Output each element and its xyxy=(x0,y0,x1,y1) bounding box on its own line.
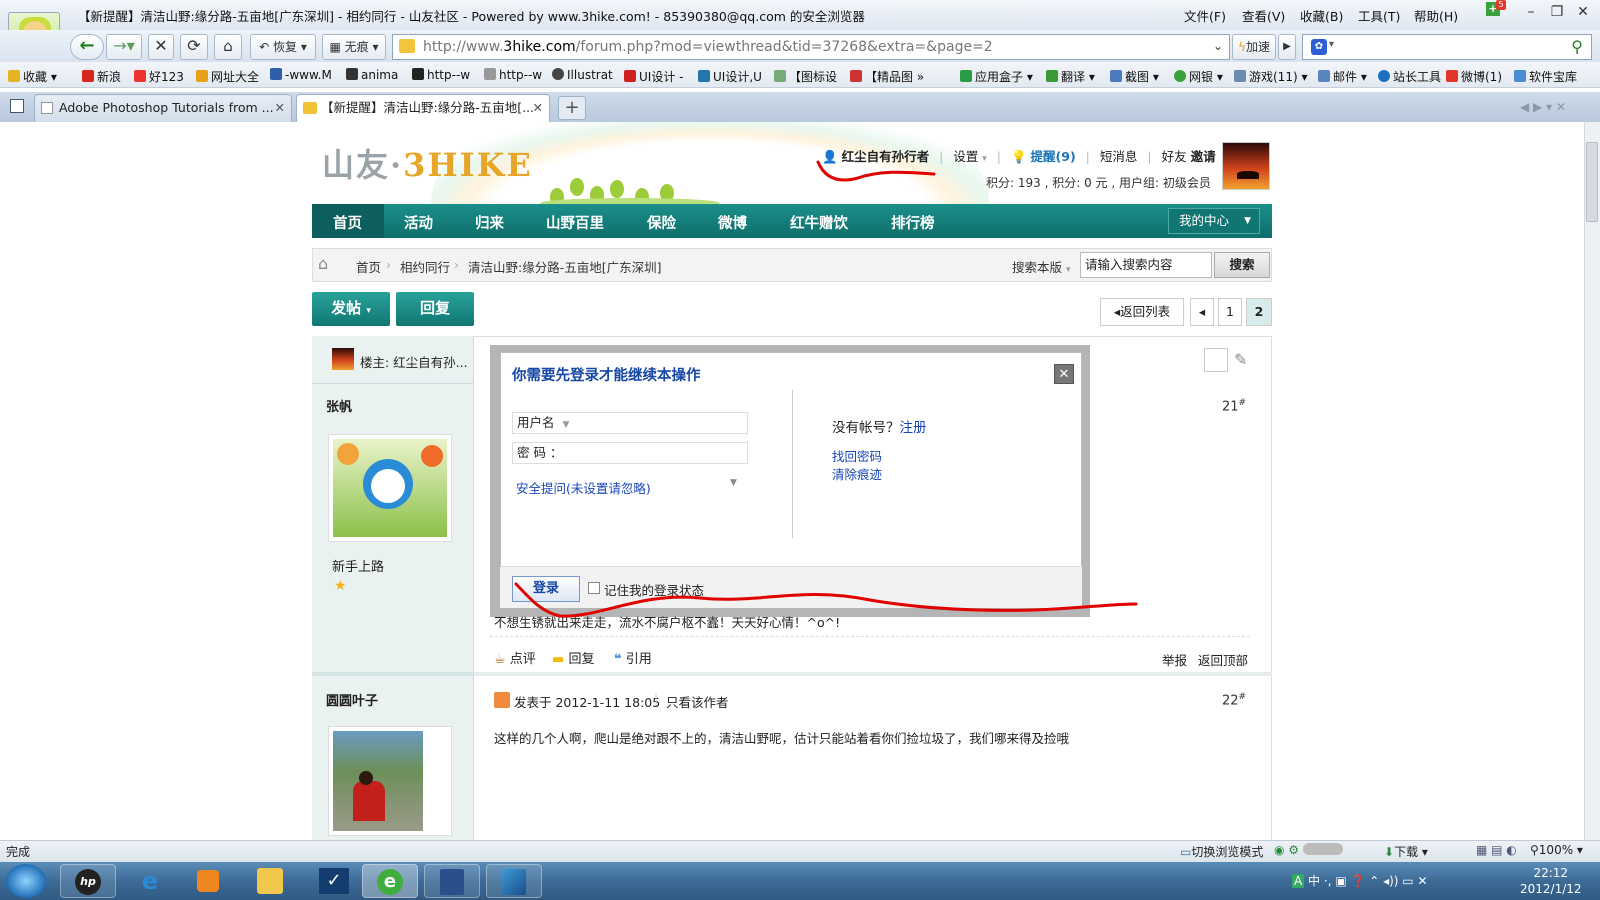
annotation-underline-login xyxy=(514,582,1138,618)
annotation-overlay xyxy=(514,160,1138,618)
taskbar-ie[interactable]: e xyxy=(122,864,178,898)
window-icon: ▭ xyxy=(1180,845,1192,859)
annotation-underline-username xyxy=(816,160,936,182)
status-text: 完成 xyxy=(6,845,31,859)
taskbar-save-app[interactable] xyxy=(424,864,480,898)
status-icons[interactable]: ◉ ⚙ xyxy=(1274,843,1343,857)
clock[interactable]: 22:12 2012/1/12 xyxy=(1520,865,1582,897)
browse-mode-toggle[interactable]: ▭切换浏览模式 xyxy=(1180,843,1263,860)
system-tray[interactable]: A 中 ·, ▣ ❓ ⌃ ◂)) ▭ ✕ xyxy=(1292,872,1428,889)
clock-time: 22:12 xyxy=(1533,866,1569,880)
ime-icon: A xyxy=(1292,874,1305,888)
taskbar-folder[interactable] xyxy=(242,864,298,898)
zoom-control[interactable]: ⚲100% ▾ xyxy=(1530,843,1583,857)
taskbar-hp[interactable]: hp xyxy=(60,864,116,898)
taskbar-feather-app[interactable] xyxy=(486,864,542,898)
taskbar-media[interactable] xyxy=(180,864,236,898)
start-button[interactable] xyxy=(6,864,46,898)
zoom-icon: ⚲ xyxy=(1530,843,1539,857)
download-button[interactable]: ⬇下载 ▾ xyxy=(1384,843,1428,860)
download-icon: ⬇ xyxy=(1384,845,1395,859)
taskbar-checkmark-app[interactable]: ✓ xyxy=(306,864,362,898)
taskbar-browser-active[interactable]: e xyxy=(362,864,418,898)
status-bar xyxy=(0,840,1600,862)
clock-date: 2012/1/12 xyxy=(1520,882,1582,896)
toolbar-icons[interactable]: ▦ ▤ ◐ xyxy=(1476,843,1517,857)
